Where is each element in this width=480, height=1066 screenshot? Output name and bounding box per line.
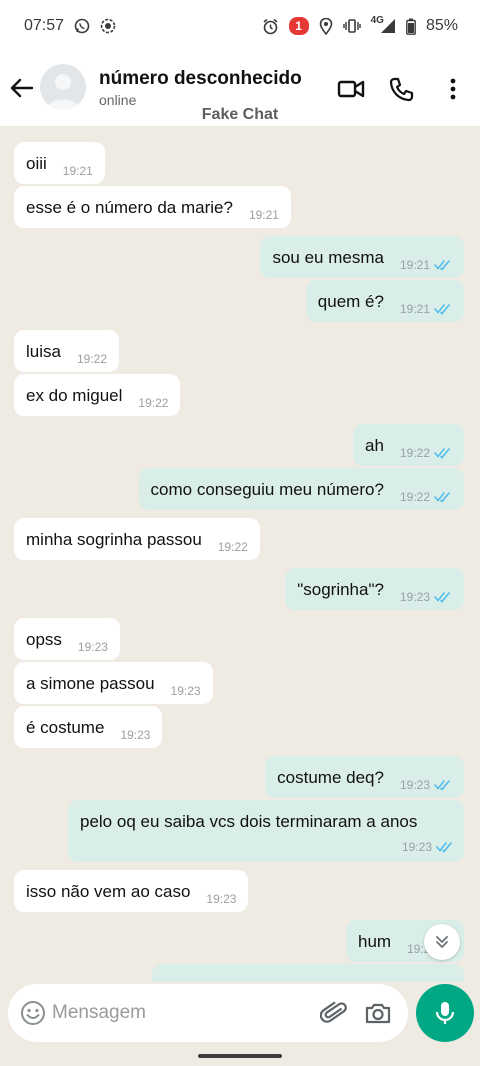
network-type: 4G (370, 14, 384, 26)
whatsapp-icon (74, 18, 90, 34)
vibrate-icon (342, 18, 361, 34)
watermark-label: Fake Chat (201, 106, 279, 123)
message-time: 19:22 (138, 396, 169, 410)
chat-area: oiii 19:21 esse é o número da marie? 19:… (0, 126, 480, 982)
message-time: 19:21 (248, 208, 279, 222)
message-time: 19:23 (77, 640, 108, 654)
status-bar: 07:57 1 4G 85% (0, 0, 480, 52)
message-time: 19:23 (170, 684, 201, 698)
contact-name[interactable]: número desconhecido (99, 68, 302, 90)
message-time: 19:23 (401, 840, 432, 854)
read-ticks-icon (434, 492, 450, 503)
read-ticks-icon (434, 592, 450, 603)
message-bubble-incoming[interactable]: oiii 19:21 (14, 142, 105, 184)
message-time: 19:22 (399, 446, 430, 460)
message-time: 19:21 (399, 258, 430, 272)
scroll-to-bottom-button[interactable] (424, 924, 460, 960)
message-text: minha sogrinha passou (26, 530, 202, 549)
message-text: isso não vem ao caso (26, 882, 191, 901)
message-text: sou eu mesma (272, 248, 384, 267)
more-options-button[interactable] (438, 74, 468, 104)
chat-header: número desconhecido online Fake Chat (0, 52, 480, 126)
read-ticks-icon (434, 260, 450, 271)
double-chevron-down-icon (436, 936, 448, 948)
read-ticks-icon (436, 842, 452, 853)
voice-message-button[interactable] (416, 984, 474, 1042)
message-time: 19:22 (217, 540, 248, 554)
message-time: 19:22 (399, 490, 430, 504)
battery-icon (406, 18, 416, 35)
status-time: 07:57 (24, 17, 65, 34)
read-ticks-icon (434, 304, 450, 315)
read-ticks-icon (434, 780, 450, 791)
message-bubble-outgoing[interactable]: "sogrinha"? 19:23 (285, 568, 464, 610)
location-icon (319, 17, 333, 35)
notification-badge: 1 (288, 17, 309, 35)
battery-percent: 85% (425, 17, 458, 34)
emoji-button[interactable] (20, 1000, 46, 1026)
message-text: opss (26, 630, 62, 649)
alarm-icon (262, 18, 279, 35)
message-text: "sogrinha"? (297, 580, 384, 599)
message-bubble-incoming[interactable]: luisa 19:22 (14, 330, 119, 372)
message-time: 19:23 (120, 728, 151, 742)
camera-button[interactable] (364, 999, 392, 1027)
message-text: é costume (26, 718, 105, 737)
message-text: esse é o número da marie? (26, 198, 233, 217)
message-bubble-incoming[interactable]: minha sogrinha passou 19:22 (14, 518, 260, 560)
message-time: 19:23 (399, 590, 430, 604)
microphone-icon (435, 1002, 455, 1024)
message-text: ex do miguel (26, 386, 123, 405)
screen-record-icon (100, 18, 116, 34)
message-bubble-outgoing[interactable]: quem é? 19:21 (305, 280, 464, 322)
message-text: ah (365, 436, 384, 455)
message-bubble-outgoing[interactable]: como conseguiu meu número? 19:22 (138, 468, 464, 510)
message-text: oiii (26, 154, 47, 173)
voice-call-button[interactable] (386, 74, 416, 104)
message-bubble-incoming[interactable]: ex do miguel 19:22 (14, 374, 181, 416)
message-bubble-outgoing-partial (152, 964, 464, 982)
message-text: pelo oq eu saiba vcs dois terminaram a a… (80, 812, 418, 831)
message-time: 19:21 (399, 302, 430, 316)
message-bubble-outgoing[interactable]: ah 19:22 (353, 424, 464, 466)
home-indicator[interactable] (198, 1054, 282, 1058)
avatar[interactable] (40, 64, 86, 110)
paperclip-icon (319, 1001, 347, 1023)
message-bubble-incoming[interactable]: a simone passou 19:23 (14, 662, 213, 704)
message-text: quem é? (317, 292, 384, 311)
emoji-icon (21, 1001, 45, 1025)
message-bubble-outgoing[interactable]: pelo oq eu saiba vcs dois terminaram a a… (68, 800, 464, 862)
message-bubble-incoming[interactable]: é costume 19:23 (14, 706, 163, 748)
message-time: 19:22 (76, 352, 107, 366)
message-bubble-incoming[interactable]: esse é o número da marie? 19:21 (14, 186, 291, 228)
message-time: 19:21 (62, 164, 93, 178)
message-composer (8, 984, 408, 1042)
message-bubble-incoming[interactable]: isso não vem ao caso 19:23 (14, 870, 249, 912)
message-bubble-outgoing[interactable]: costume deq? 19:23 (265, 756, 464, 798)
message-text: costume deq? (277, 768, 384, 787)
back-arrow-icon[interactable] (8, 74, 36, 102)
message-text: a simone passou (26, 674, 155, 693)
message-input[interactable] (52, 998, 302, 1028)
message-bubble-incoming[interactable]: opss 19:23 (14, 618, 120, 660)
message-text: hum (358, 932, 392, 951)
camera-icon (365, 1003, 391, 1024)
attach-button[interactable] (319, 999, 348, 1027)
read-ticks-icon (434, 448, 450, 459)
message-time: 19:23 (206, 892, 237, 906)
message-text: como conseguiu meu número? (150, 480, 384, 499)
message-text: luisa (26, 342, 61, 361)
message-time: 19:23 (399, 778, 430, 792)
message-bubble-outgoing[interactable]: sou eu mesma 19:21 (260, 236, 464, 278)
video-call-button[interactable] (336, 74, 366, 104)
